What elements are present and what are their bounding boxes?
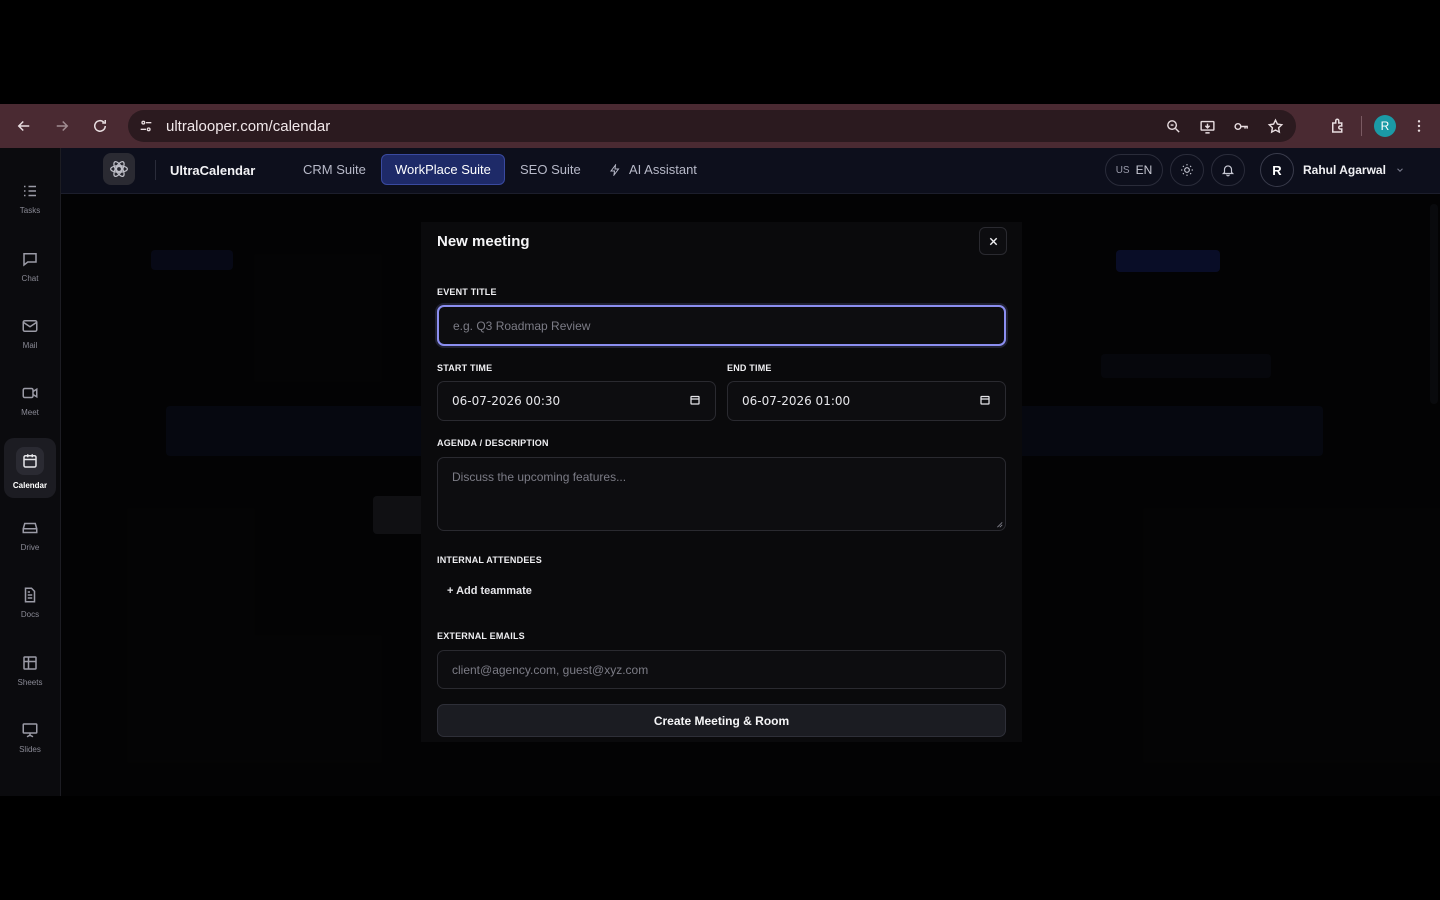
avatar: R [1260, 153, 1294, 187]
sidebar-item-drive[interactable]: Drive [4, 505, 56, 565]
tab-crm-suite[interactable]: CRM Suite [290, 154, 379, 185]
tab-label: AI Assistant [629, 162, 697, 177]
app-logo-icon[interactable] [103, 153, 135, 185]
start-time-label: START TIME [437, 363, 493, 373]
close-button[interactable] [979, 227, 1007, 255]
video-icon [22, 387, 38, 398]
sidebar-item-label: Drive [20, 542, 40, 552]
sidebar-item-label: Meet [21, 407, 39, 417]
slides-icon [22, 722, 38, 737]
forward-icon[interactable] [44, 108, 80, 144]
resize-handle-icon[interactable] [995, 520, 1003, 528]
end-time-value: 06-07-2026 01:00 [742, 394, 851, 408]
sidebar-item-slides[interactable]: Slides [4, 707, 56, 767]
calendar-picker-icon[interactable] [979, 394, 991, 406]
end-time-input[interactable]: 06-07-2026 01:00 [727, 381, 1006, 421]
dialog-title: New meeting [437, 233, 530, 250]
theme-toggle[interactable] [1170, 154, 1204, 186]
calendar-picker-icon[interactable] [689, 394, 701, 406]
sidebar: Tasks Chat Mail Meet Calendar Drive Docs… [0, 148, 61, 796]
calendar-icon [16, 446, 44, 475]
sidebar-item-label: Mail [22, 340, 38, 350]
browser-toolbar: ultralooper.com/calendar R [0, 104, 1440, 148]
sheets-icon [23, 655, 37, 670]
install-app-icon[interactable] [1196, 115, 1218, 137]
top-navigation: UltraCalendar CRM Suite WorkPlace Suite … [61, 148, 1440, 194]
sidebar-item-label: Calendar [12, 480, 48, 490]
brand-divider [155, 160, 156, 180]
add-teammate-button[interactable]: + Add teammate [437, 581, 540, 601]
sparkle-icon [610, 163, 620, 176]
password-key-icon[interactable] [1230, 115, 1252, 137]
toolbar-divider [1361, 116, 1362, 136]
url-text: ultralooper.com/calendar [166, 117, 331, 135]
agenda-placeholder: Discuss the upcoming features... [452, 470, 627, 484]
site-info-icon[interactable] [130, 110, 162, 142]
tab-ai-assistant[interactable]: AI Assistant [596, 154, 710, 185]
tasks-icon [24, 185, 36, 196]
sidebar-item-tasks[interactable]: Tasks [4, 168, 56, 228]
reload-icon[interactable] [82, 108, 118, 144]
sidebar-item-meet[interactable]: Meet [4, 370, 56, 430]
mail-icon [22, 319, 38, 332]
zoom-icon[interactable] [1162, 115, 1184, 137]
sidebar-item-label: Chat [21, 273, 39, 283]
internal-attendees-label: INTERNAL ATTENDEES [437, 555, 542, 565]
tab-label: WorkPlace Suite [395, 162, 491, 177]
notifications-button[interactable] [1211, 154, 1245, 186]
event-title-placeholder: e.g. Q3 Roadmap Review [453, 318, 591, 333]
language-selector[interactable]: US EN [1105, 154, 1163, 186]
sidebar-item-mail[interactable]: Mail [4, 303, 56, 363]
start-time-input[interactable]: 06-07-2026 00:30 [437, 381, 716, 421]
back-icon[interactable] [6, 108, 42, 144]
address-bar[interactable]: ultralooper.com/calendar [128, 110, 1296, 142]
end-time-label: END TIME [727, 363, 772, 373]
sidebar-item-label: Docs [20, 609, 40, 619]
sidebar-item-docs[interactable]: Docs [4, 572, 56, 632]
flag-icon: US [1115, 164, 1130, 176]
tab-seo-suite[interactable]: SEO Suite [507, 154, 594, 185]
agenda-label: AGENDA / DESCRIPTION [437, 438, 549, 448]
external-emails-input[interactable]: client@agency.com, guest@xyz.com [437, 650, 1006, 689]
external-emails-label: EXTERNAL EMAILS [437, 631, 525, 641]
sidebar-item-calendar[interactable]: Calendar [4, 438, 56, 498]
drive-icon [22, 522, 38, 533]
sidebar-item-label: Slides [19, 744, 41, 754]
menu-kebab-icon[interactable] [1402, 109, 1436, 143]
profile-avatar: R [1374, 115, 1396, 137]
app-window: Tasks Chat Mail Meet Calendar Drive Docs… [0, 148, 1440, 796]
chat-icon [23, 252, 37, 267]
external-emails-placeholder: client@agency.com, guest@xyz.com [452, 662, 649, 677]
screen: ultralooper.com/calendar R Tasks Chat Ma… [0, 0, 1440, 900]
user-menu[interactable]: R Rahul Agarwal [1260, 153, 1405, 187]
event-title-input[interactable]: e.g. Q3 Roadmap Review [437, 305, 1006, 346]
agenda-textarea[interactable]: Discuss the upcoming features... [437, 457, 1006, 531]
sidebar-item-sheets[interactable]: Sheets [4, 640, 56, 700]
language-code: EN [1135, 163, 1153, 177]
create-meeting-button[interactable]: Create Meeting & Room [437, 704, 1006, 737]
tab-label: SEO Suite [520, 162, 581, 177]
close-icon [989, 237, 997, 245]
chevron-down-icon [1397, 168, 1403, 172]
event-title-label: EVENT TITLE [437, 287, 497, 297]
start-time-value: 06-07-2026 00:30 [452, 394, 561, 408]
tab-workplace-suite[interactable]: WorkPlace Suite [381, 154, 505, 185]
bell-icon [1221, 165, 1235, 177]
profile-button[interactable]: R [1368, 109, 1402, 143]
sun-icon [1181, 164, 1193, 176]
bookmark-star-icon[interactable] [1264, 115, 1286, 137]
tab-label: CRM Suite [303, 162, 366, 177]
sidebar-item-chat[interactable]: Chat [4, 236, 56, 296]
sidebar-item-label: Sheets [17, 677, 43, 687]
brand-name: UltraCalendar [170, 163, 256, 178]
extensions-icon[interactable] [1321, 109, 1355, 143]
user-name: Rahul Agarwal [1303, 163, 1386, 177]
docs-icon [24, 587, 36, 602]
new-meeting-dialog: New meeting EVENT TITLE e.g. Q3 Roadmap … [421, 222, 1022, 742]
sidebar-item-label: Tasks [19, 205, 41, 215]
